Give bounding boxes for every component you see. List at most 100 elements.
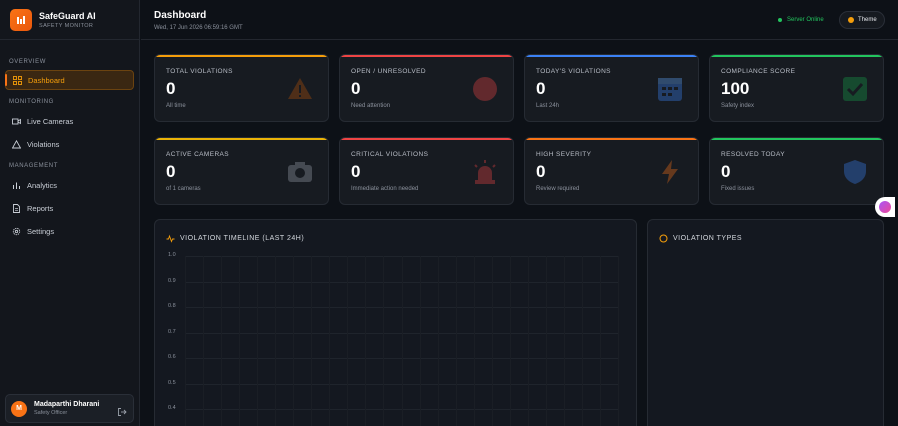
stat-card-high-severity: HIGH SEVERITY 0 Review required [524,137,699,205]
brand-name: SafeGuard AI [39,10,96,21]
section-monitoring: MONITORING [9,99,54,105]
stat-sub: Need attention [351,103,391,109]
brand-subtitle: SAFETY MONITOR [39,22,94,29]
y-tick-label: 1.0 [168,252,176,258]
status-dot-icon [778,18,782,22]
grid-icon [13,75,22,85]
vertical-gridline [293,256,295,426]
vertical-gridline [563,256,565,426]
section-overview: OVERVIEW [9,59,47,65]
page-date: Wed, 17 Jun 2026 06:59:16 GMT [154,25,243,31]
stat-value: 0 [536,162,546,181]
stat-value: 0 [351,162,361,181]
vertical-gridline [545,256,547,426]
stat-label: CRITICAL VIOLATIONS [351,151,429,158]
vertical-gridline [257,256,259,426]
vertical-gridline [185,256,186,426]
y-tick-label: 0.9 [168,277,176,284]
assistant-icon [879,201,891,213]
vertical-gridline [437,256,439,426]
warning-icon [12,139,21,149]
vertical-gridline [455,256,457,426]
stat-value: 0 [166,162,176,181]
timeline-title-label: VIOLATION TIMELINE (LAST 24H) [180,235,305,242]
gear-icon [12,227,21,236]
bar-chart-icon [12,181,21,190]
y-tick-label: 0.4 [168,405,176,411]
stat-card-compliance-score: COMPLIANCE SCORE 100 Safety index [709,54,884,122]
y-tick-label: 0.5 [168,379,176,386]
stat-sub: of 1 cameras [166,186,201,192]
stat-label: HIGH SEVERITY [536,151,592,158]
stat-value: 100 [721,79,750,98]
sidebar-item-settings[interactable]: Settings [5,221,134,241]
y-tick-label: 0.7 [168,328,176,335]
stat-label: RESOLVED TODAY [721,151,785,158]
siren-icon [474,160,496,184]
server-status-label: Server Online [787,17,824,23]
stat-value: 0 [721,162,731,181]
stat-sub: Safety index [721,103,755,109]
vertical-gridline [527,256,529,426]
stat-label: OPEN / UNRESOLVED [351,68,426,75]
user-card[interactable]: M Madaparthi Dharani Safety Officer [5,394,134,423]
stat-sub: Last 24h [536,103,560,109]
violation-types-panel: VIOLATION TYPES [647,219,884,426]
calendar-icon [658,78,682,101]
activity-icon [166,234,175,243]
vertical-gridline [599,256,601,426]
check-box-icon [843,77,867,101]
stat-card-active-cameras: ACTIVE CAMERAS 0 of 1 cameras [154,137,329,205]
stat-label: TODAY'S VIOLATIONS [536,68,611,75]
stat-sub: Immediate action needed [351,186,419,192]
vertical-gridline [419,256,421,426]
stat-value: 0 [166,79,176,98]
stat-label: ACTIVE CAMERAS [166,151,230,158]
theme-button[interactable]: Theme [839,11,885,29]
violation-timeline-panel: VIOLATION TIMELINE (LAST 24H) 1.0 0.9 0.8 0… [154,219,637,426]
red-circle-icon [473,77,497,101]
vertical-gridline [275,256,277,426]
server-status: Server Online [778,17,824,23]
sidebar-item-label: Settings [27,226,55,236]
sidebar: SafeGuard AI SAFETY MONITOR OVERVIEW Das… [0,0,140,426]
sidebar-item-live-cameras[interactable]: Live Cameras [5,111,134,131]
types-title: VIOLATION TYPES [659,234,742,243]
vertical-gridline [347,256,349,426]
logout-icon[interactable] [117,404,127,416]
vertical-gridline [509,256,511,426]
sidebar-item-analytics[interactable]: Analytics [5,175,134,195]
timeline-title: VIOLATION TIMELINE (LAST 24H) [166,234,304,243]
user-role: Safety Officer [34,410,68,416]
theme-label: Theme [858,17,877,23]
sidebar-item-label: Live Cameras [27,116,74,126]
types-title-label: VIOLATION TYPES [673,235,743,242]
brand-logo-icon [10,8,32,31]
camera-icon [288,162,312,182]
vertical-gridline [221,256,223,426]
vertical-gridline [491,256,493,426]
vertical-gridline [203,256,205,426]
assistant-tab[interactable] [875,197,895,217]
sidebar-item-dashboard[interactable]: Dashboard [5,70,134,90]
header: Dashboard Wed, 17 Jun 2026 06:59:16 GMT … [141,0,898,40]
y-tick-label: 0.8 [168,303,176,309]
stat-sub: Review required [536,186,580,192]
stat-sub: Fixed issues [721,186,755,192]
stat-value: 0 [351,79,361,98]
sidebar-item-label: Analytics [27,180,58,190]
stat-label: TOTAL VIOLATIONS [166,68,233,75]
document-icon [12,203,21,213]
warning-icon [288,78,312,99]
user-name: Madaparthi Dharani [34,401,100,408]
sidebar-item-reports[interactable]: Reports [5,198,134,218]
sidebar-item-label: Dashboard [28,75,65,85]
vertical-gridline [618,256,619,426]
vertical-gridline [365,256,367,426]
circle-icon [659,234,668,243]
stat-value: 0 [536,79,546,98]
lightning-icon [662,160,678,184]
sidebar-item-violations[interactable]: Violations [5,134,134,154]
sidebar-item-label: Violations [27,139,60,149]
stat-card-todays-violations: TODAY'S VIOLATIONS 0 Last 24h [524,54,699,122]
